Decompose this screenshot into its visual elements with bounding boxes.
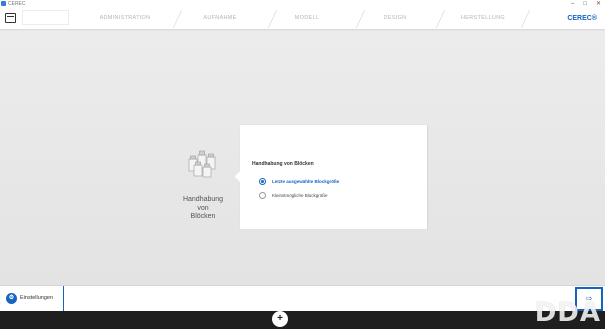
close-icon[interactable]: ✕ [596,0,601,8]
option-smallest-block-size[interactable]: Kleinstmögliche Blockgröße [259,191,328,200]
step-herstellung[interactable]: HERSTELLUNG [438,8,528,30]
top-navigation-bar: ADMINISTRATION AUFNAHME MODELL DESIGN HE… [0,8,605,30]
main-content: Handhabung von Blöcken Handhabung von Bl… [0,31,605,285]
option-label: Kleinstmögliche Blockgröße [272,193,328,198]
card-summary: Handhabung von Blöcken [166,125,240,229]
milling-blocks-icon [188,150,216,178]
window-titlebar: CEREC – □ ✕ [0,0,605,8]
workflow-steps: ADMINISTRATION AUFNAHME MODELL DESIGN HE… [70,8,570,30]
card-caption: Handhabung von Blöcken [166,196,240,222]
settings-label: Einstellungen [20,295,54,301]
step-aufnahme[interactable]: AUFNAHME [175,8,265,30]
window-controls: – □ ✕ [571,0,601,8]
caption-line: von [197,204,209,212]
menu-icon[interactable] [5,13,16,23]
option-last-selected-block-size[interactable]: Letzte ausgewählte Blockgröße [259,177,339,186]
step-design[interactable]: DESIGN [350,8,440,30]
case-name-field[interactable] [22,10,69,25]
caption-line: Blöcken [190,213,216,220]
step-modell[interactable]: MODELL [262,8,352,30]
settings-icon: ⚙ [6,293,17,304]
settings-tab[interactable]: ⚙ Einstellungen [0,286,64,311]
step-administration[interactable]: ADMINISTRATION [80,8,170,30]
caption-line: Handhabung [182,196,224,203]
window-title: CEREC [8,1,26,7]
card-options-panel: Handhabung von Blöcken Letzte ausgewählt… [240,125,428,229]
maximize-icon[interactable]: □ [583,0,587,8]
watermark-logo: DDA [534,298,601,328]
block-handling-card: Handhabung von Blöcken Handhabung von Bl… [166,125,430,229]
radio-button[interactable] [259,192,266,199]
footer-bar: ⚙ Einstellungen ⇨ [0,285,605,311]
section-title: Handhabung von Blöcken [252,161,314,167]
minimize-icon[interactable]: – [571,0,574,8]
app-icon [1,1,6,6]
plus-icon[interactable]: + [272,311,288,327]
brand-logo: CEREC® [567,15,597,22]
bottom-toolbar [0,311,605,329]
radio-button-selected[interactable] [259,178,266,185]
option-label: Letzte ausgewählte Blockgröße [272,179,340,184]
